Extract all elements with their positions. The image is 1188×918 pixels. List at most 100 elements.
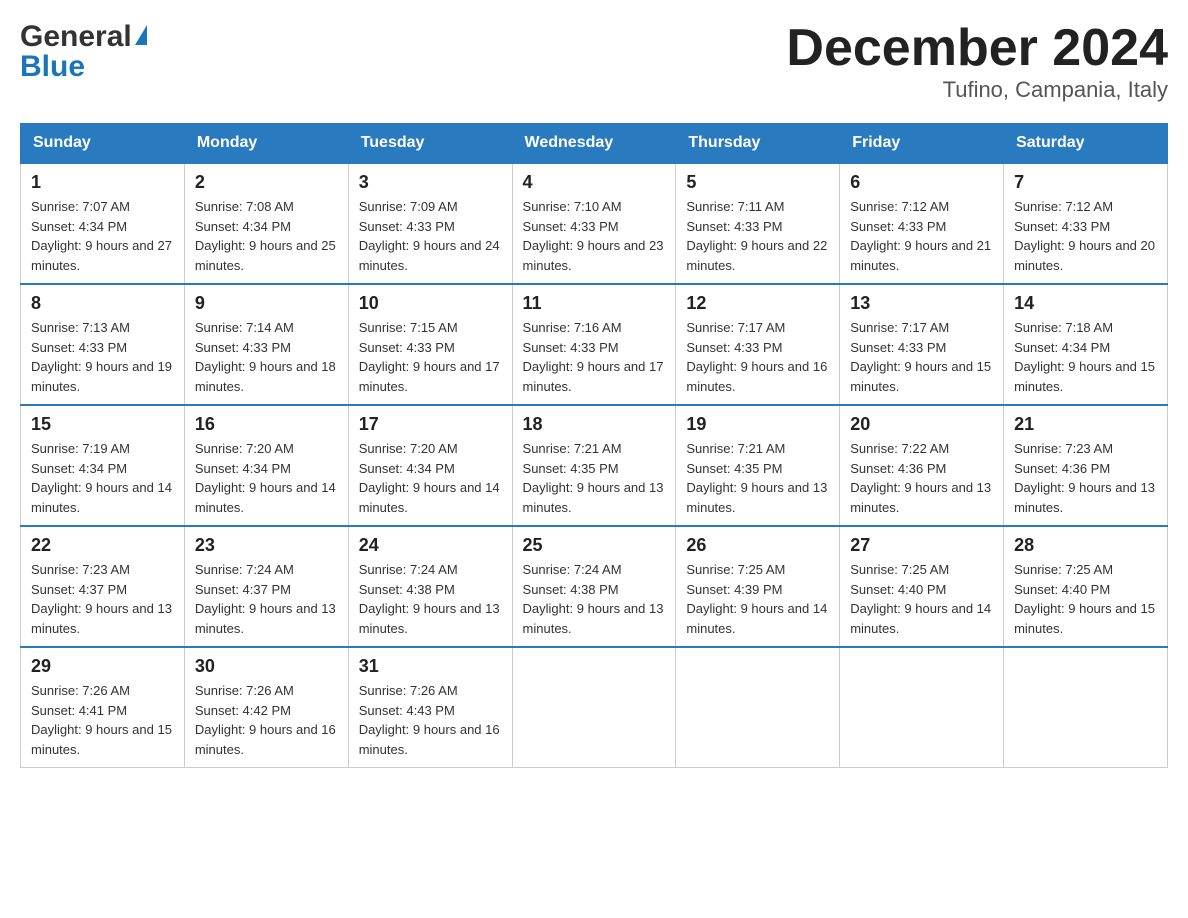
sunrise-label: Sunrise: 7:12 AM xyxy=(1014,199,1113,214)
logo-arrow-icon xyxy=(135,25,147,45)
day-number: 28 xyxy=(1014,535,1157,556)
sunrise-label: Sunrise: 7:22 AM xyxy=(850,441,949,456)
sunset-label: Sunset: 4:33 PM xyxy=(686,340,782,355)
sunset-label: Sunset: 4:36 PM xyxy=(1014,461,1110,476)
table-row: 9 Sunrise: 7:14 AM Sunset: 4:33 PM Dayli… xyxy=(184,284,348,405)
sunrise-label: Sunrise: 7:23 AM xyxy=(1014,441,1113,456)
sunset-label: Sunset: 4:33 PM xyxy=(195,340,291,355)
day-info: Sunrise: 7:21 AM Sunset: 4:35 PM Dayligh… xyxy=(523,439,666,517)
table-row: 25 Sunrise: 7:24 AM Sunset: 4:38 PM Dayl… xyxy=(512,526,676,647)
col-sunday: Sunday xyxy=(21,124,185,164)
sunset-label: Sunset: 4:39 PM xyxy=(686,582,782,597)
table-row: 18 Sunrise: 7:21 AM Sunset: 4:35 PM Dayl… xyxy=(512,405,676,526)
calendar-week-row: 1 Sunrise: 7:07 AM Sunset: 4:34 PM Dayli… xyxy=(21,163,1168,284)
sunset-label: Sunset: 4:33 PM xyxy=(523,340,619,355)
calendar-week-row: 22 Sunrise: 7:23 AM Sunset: 4:37 PM Dayl… xyxy=(21,526,1168,647)
daylight-label: Daylight: 9 hours and 16 minutes. xyxy=(686,359,827,394)
day-info: Sunrise: 7:11 AM Sunset: 4:33 PM Dayligh… xyxy=(686,197,829,275)
daylight-label: Daylight: 9 hours and 13 minutes. xyxy=(523,480,664,515)
daylight-label: Daylight: 9 hours and 21 minutes. xyxy=(850,238,991,273)
page-header: General Blue December 2024 Tufino, Campa… xyxy=(20,20,1168,103)
col-friday: Friday xyxy=(840,124,1004,164)
table-row: 28 Sunrise: 7:25 AM Sunset: 4:40 PM Dayl… xyxy=(1004,526,1168,647)
table-row: 4 Sunrise: 7:10 AM Sunset: 4:33 PM Dayli… xyxy=(512,163,676,284)
day-number: 23 xyxy=(195,535,338,556)
day-number: 17 xyxy=(359,414,502,435)
day-number: 3 xyxy=(359,172,502,193)
day-info: Sunrise: 7:08 AM Sunset: 4:34 PM Dayligh… xyxy=(195,197,338,275)
table-row: 5 Sunrise: 7:11 AM Sunset: 4:33 PM Dayli… xyxy=(676,163,840,284)
col-thursday: Thursday xyxy=(676,124,840,164)
daylight-label: Daylight: 9 hours and 15 minutes. xyxy=(31,722,172,757)
sunrise-label: Sunrise: 7:09 AM xyxy=(359,199,458,214)
sunset-label: Sunset: 4:41 PM xyxy=(31,703,127,718)
daylight-label: Daylight: 9 hours and 25 minutes. xyxy=(195,238,336,273)
table-row: 30 Sunrise: 7:26 AM Sunset: 4:42 PM Dayl… xyxy=(184,647,348,768)
day-info: Sunrise: 7:25 AM Sunset: 4:39 PM Dayligh… xyxy=(686,560,829,638)
table-row: 6 Sunrise: 7:12 AM Sunset: 4:33 PM Dayli… xyxy=(840,163,1004,284)
daylight-label: Daylight: 9 hours and 24 minutes. xyxy=(359,238,500,273)
sunset-label: Sunset: 4:34 PM xyxy=(1014,340,1110,355)
table-row xyxy=(1004,647,1168,768)
table-row: 15 Sunrise: 7:19 AM Sunset: 4:34 PM Dayl… xyxy=(21,405,185,526)
day-info: Sunrise: 7:16 AM Sunset: 4:33 PM Dayligh… xyxy=(523,318,666,396)
sunset-label: Sunset: 4:40 PM xyxy=(1014,582,1110,597)
day-info: Sunrise: 7:09 AM Sunset: 4:33 PM Dayligh… xyxy=(359,197,502,275)
day-number: 21 xyxy=(1014,414,1157,435)
day-number: 12 xyxy=(686,293,829,314)
day-info: Sunrise: 7:13 AM Sunset: 4:33 PM Dayligh… xyxy=(31,318,174,396)
sunset-label: Sunset: 4:33 PM xyxy=(1014,219,1110,234)
calendar-week-row: 15 Sunrise: 7:19 AM Sunset: 4:34 PM Dayl… xyxy=(21,405,1168,526)
daylight-label: Daylight: 9 hours and 22 minutes. xyxy=(686,238,827,273)
sunrise-label: Sunrise: 7:21 AM xyxy=(686,441,785,456)
sunrise-label: Sunrise: 7:19 AM xyxy=(31,441,130,456)
day-info: Sunrise: 7:24 AM Sunset: 4:38 PM Dayligh… xyxy=(523,560,666,638)
day-info: Sunrise: 7:23 AM Sunset: 4:37 PM Dayligh… xyxy=(31,560,174,638)
logo-general-text: General xyxy=(20,20,132,54)
day-info: Sunrise: 7:14 AM Sunset: 4:33 PM Dayligh… xyxy=(195,318,338,396)
table-row: 16 Sunrise: 7:20 AM Sunset: 4:34 PM Dayl… xyxy=(184,405,348,526)
table-row xyxy=(512,647,676,768)
day-info: Sunrise: 7:25 AM Sunset: 4:40 PM Dayligh… xyxy=(850,560,993,638)
table-row: 10 Sunrise: 7:15 AM Sunset: 4:33 PM Dayl… xyxy=(348,284,512,405)
sunrise-label: Sunrise: 7:26 AM xyxy=(195,683,294,698)
sunrise-label: Sunrise: 7:08 AM xyxy=(195,199,294,214)
table-row: 26 Sunrise: 7:25 AM Sunset: 4:39 PM Dayl… xyxy=(676,526,840,647)
table-row: 7 Sunrise: 7:12 AM Sunset: 4:33 PM Dayli… xyxy=(1004,163,1168,284)
daylight-label: Daylight: 9 hours and 16 minutes. xyxy=(195,722,336,757)
table-row: 1 Sunrise: 7:07 AM Sunset: 4:34 PM Dayli… xyxy=(21,163,185,284)
calendar-week-row: 8 Sunrise: 7:13 AM Sunset: 4:33 PM Dayli… xyxy=(21,284,1168,405)
table-row: 23 Sunrise: 7:24 AM Sunset: 4:37 PM Dayl… xyxy=(184,526,348,647)
title-block: December 2024 Tufino, Campania, Italy xyxy=(786,20,1168,103)
day-info: Sunrise: 7:26 AM Sunset: 4:41 PM Dayligh… xyxy=(31,681,174,759)
sunrise-label: Sunrise: 7:24 AM xyxy=(359,562,458,577)
day-number: 11 xyxy=(523,293,666,314)
sunset-label: Sunset: 4:34 PM xyxy=(195,461,291,476)
sunrise-label: Sunrise: 7:10 AM xyxy=(523,199,622,214)
sunset-label: Sunset: 4:34 PM xyxy=(31,219,127,234)
day-number: 22 xyxy=(31,535,174,556)
sunrise-label: Sunrise: 7:14 AM xyxy=(195,320,294,335)
day-info: Sunrise: 7:21 AM Sunset: 4:35 PM Dayligh… xyxy=(686,439,829,517)
sunset-label: Sunset: 4:38 PM xyxy=(359,582,455,597)
daylight-label: Daylight: 9 hours and 16 minutes. xyxy=(359,722,500,757)
sunrise-label: Sunrise: 7:16 AM xyxy=(523,320,622,335)
daylight-label: Daylight: 9 hours and 20 minutes. xyxy=(1014,238,1155,273)
sunrise-label: Sunrise: 7:17 AM xyxy=(850,320,949,335)
day-info: Sunrise: 7:26 AM Sunset: 4:42 PM Dayligh… xyxy=(195,681,338,759)
day-number: 27 xyxy=(850,535,993,556)
day-number: 26 xyxy=(686,535,829,556)
sunrise-label: Sunrise: 7:13 AM xyxy=(31,320,130,335)
calendar-table: Sunday Monday Tuesday Wednesday Thursday… xyxy=(20,123,1168,768)
daylight-label: Daylight: 9 hours and 13 minutes. xyxy=(1014,480,1155,515)
daylight-label: Daylight: 9 hours and 15 minutes. xyxy=(1014,359,1155,394)
daylight-label: Daylight: 9 hours and 15 minutes. xyxy=(850,359,991,394)
sunset-label: Sunset: 4:35 PM xyxy=(686,461,782,476)
day-number: 18 xyxy=(523,414,666,435)
day-info: Sunrise: 7:17 AM Sunset: 4:33 PM Dayligh… xyxy=(850,318,993,396)
day-info: Sunrise: 7:22 AM Sunset: 4:36 PM Dayligh… xyxy=(850,439,993,517)
daylight-label: Daylight: 9 hours and 13 minutes. xyxy=(31,601,172,636)
daylight-label: Daylight: 9 hours and 13 minutes. xyxy=(359,601,500,636)
calendar-header-row: Sunday Monday Tuesday Wednesday Thursday… xyxy=(21,124,1168,164)
day-number: 13 xyxy=(850,293,993,314)
